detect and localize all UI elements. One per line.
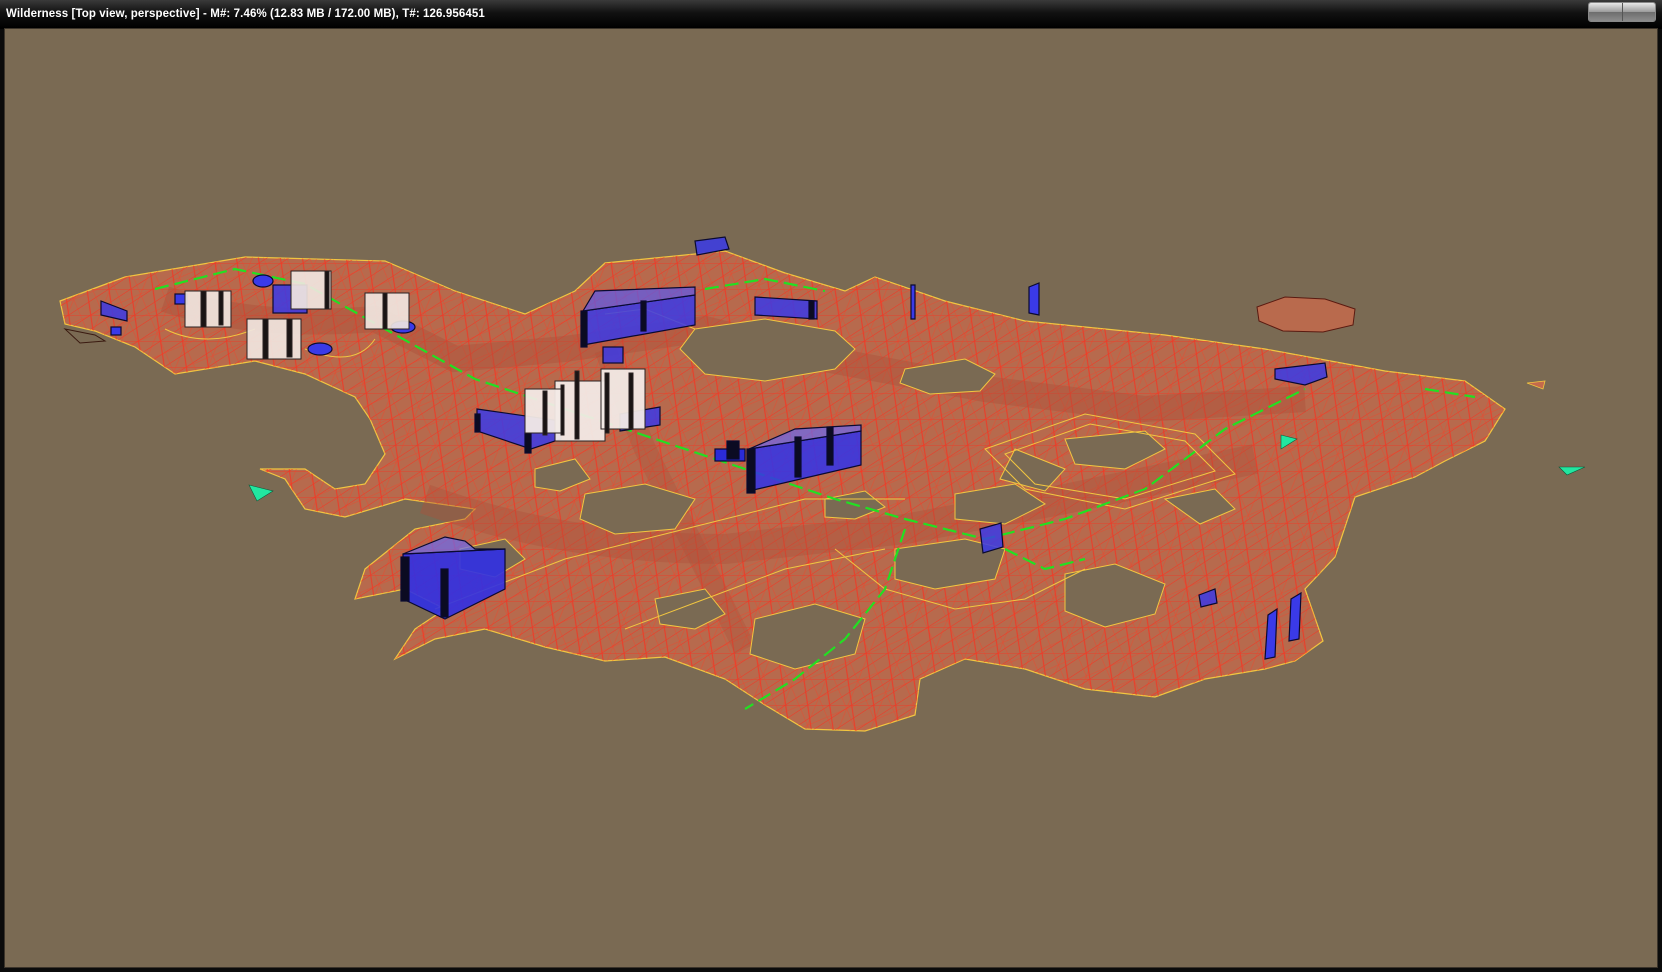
white-box-2 <box>246 318 302 360</box>
marker-west <box>248 484 274 502</box>
window-title: Wilderness [Top view, perspective] - M#:… <box>6 8 485 20</box>
obstacle-post-2 <box>1028 282 1040 316</box>
white-box-1 <box>184 290 232 328</box>
obstacle-post-4 <box>1288 591 1302 642</box>
marker-far-east <box>1558 466 1586 476</box>
obstacle-small-east <box>754 296 818 320</box>
title-bar[interactable]: Wilderness [Top view, perspective] - M#:… <box>0 0 1662 29</box>
minimize-button[interactable] <box>1589 3 1623 21</box>
white-box-4 <box>364 292 410 330</box>
white-box-3 <box>290 270 332 310</box>
obstacle-pillar <box>979 522 1004 554</box>
3d-viewport[interactable] <box>4 28 1658 968</box>
navmesh-island <box>1256 296 1356 333</box>
app-window: Wilderness [Top view, perspective] - M#:… <box>0 0 1662 972</box>
navmesh-scene <box>59 236 1586 732</box>
close-button[interactable] <box>1622 3 1655 21</box>
caption-buttons <box>1588 2 1656 22</box>
obstacle-post-1 <box>910 284 916 320</box>
